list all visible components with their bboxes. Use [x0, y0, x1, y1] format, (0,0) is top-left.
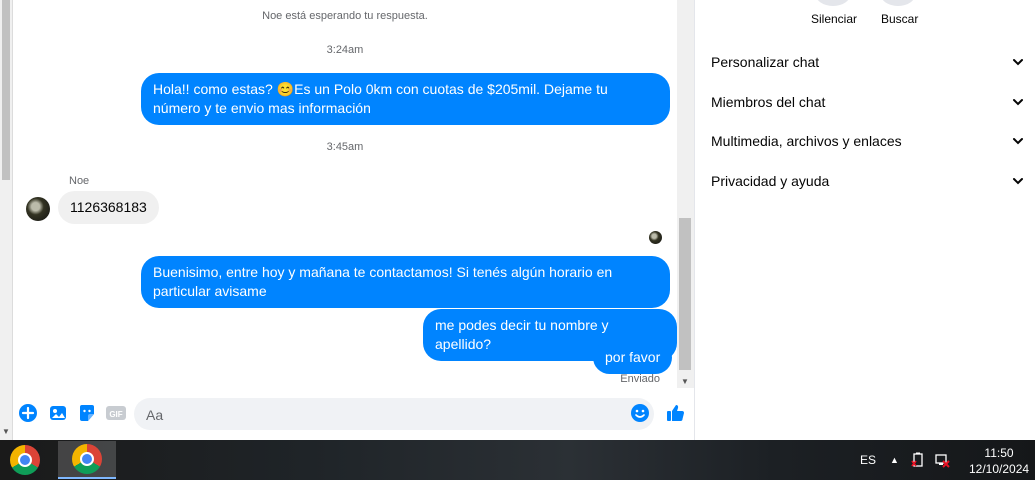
message-composer: GIF Aa	[13, 396, 694, 432]
message-input-placeholder: Aa	[146, 407, 164, 423]
conversation-info-panel: Silenciar Buscar Personalizar chat Miemb…	[695, 0, 1035, 440]
section-label: Personalizar chat	[711, 54, 820, 70]
tray-expand-icon[interactable]: ▲	[890, 440, 899, 480]
svg-text:GIF: GIF	[109, 410, 122, 419]
battery-icon[interactable]	[910, 440, 926, 480]
chevron-down-icon	[1013, 99, 1023, 106]
search-button-circle[interactable]	[880, 0, 916, 6]
message-input[interactable]: Aa	[134, 398, 654, 430]
sender-name: Noe	[69, 175, 90, 187]
mute-button-circle[interactable]	[815, 0, 851, 6]
left-scrollbar-thumb[interactable]	[2, 0, 10, 180]
section-customize-chat[interactable]: Personalizar chat	[711, 50, 1025, 74]
emoji-icon[interactable]	[629, 402, 651, 424]
section-privacy-help[interactable]: Privacidad y ayuda	[711, 169, 1025, 193]
chat-scrollbar[interactable]: ▼	[677, 0, 694, 388]
mute-label[interactable]: Silenciar	[811, 12, 857, 26]
chevron-down-icon	[1013, 178, 1023, 185]
system-clock[interactable]: 11:50 12/10/2024	[969, 445, 1029, 477]
section-media-files-links[interactable]: Multimedia, archivos y enlaces	[711, 129, 1025, 153]
scroll-down-arrow-icon[interactable]: ▼	[2, 427, 10, 436]
search-label[interactable]: Buscar	[881, 12, 918, 26]
windows-taskbar: ES ▲ 11:50 12/10/2024	[0, 440, 1035, 480]
timestamp: 3:24am	[326, 44, 364, 56]
waiting-notice: Noe está esperando tu respuesta.	[262, 10, 428, 22]
network-disconnected-icon[interactable]	[934, 440, 950, 480]
message-outgoing[interactable]: Buenisimo, entre hoy y mañana te contact…	[141, 256, 670, 308]
section-chat-members[interactable]: Miembros del chat	[711, 90, 1025, 114]
chrome-icon	[10, 445, 40, 475]
section-label: Multimedia, archivos y enlaces	[711, 133, 902, 149]
like-icon[interactable]	[665, 402, 687, 424]
clock-date: 12/10/2024	[969, 462, 1030, 476]
gif-icon[interactable]: GIF	[105, 402, 127, 424]
message-outgoing[interactable]: Hola!! como estas? 😊Es un Polo 0km con c…	[141, 73, 670, 125]
section-label: Miembros del chat	[711, 94, 826, 110]
sticker-icon[interactable]	[76, 402, 98, 424]
chevron-down-icon	[1013, 138, 1023, 145]
chat-scrollbar-thumb[interactable]	[679, 218, 691, 370]
timestamp: 3:45am	[326, 141, 364, 153]
contact-avatar[interactable]	[26, 197, 50, 221]
plus-icon[interactable]	[17, 402, 39, 424]
section-label: Privacidad y ayuda	[711, 173, 830, 189]
photo-icon[interactable]	[47, 402, 69, 424]
left-scrollbar[interactable]: ▼	[0, 0, 13, 440]
message-outgoing[interactable]: por favor	[593, 341, 673, 374]
scroll-down-arrow-icon[interactable]: ▼	[681, 377, 689, 386]
language-indicator[interactable]: ES	[860, 440, 876, 480]
message-incoming[interactable]: 1126368183	[58, 191, 159, 224]
chrome-profile-taskbar-icon[interactable]	[58, 441, 116, 479]
read-receipt-avatar	[649, 231, 662, 244]
chat-thread: Noe está esperando tu respuesta. 3:24am …	[13, 0, 677, 440]
chevron-down-icon	[1013, 59, 1023, 66]
chrome-taskbar-icon[interactable]	[0, 441, 50, 479]
clock-time: 11:50	[984, 446, 1014, 460]
chrome-icon	[72, 444, 102, 474]
sent-status: Enviado	[620, 373, 660, 385]
